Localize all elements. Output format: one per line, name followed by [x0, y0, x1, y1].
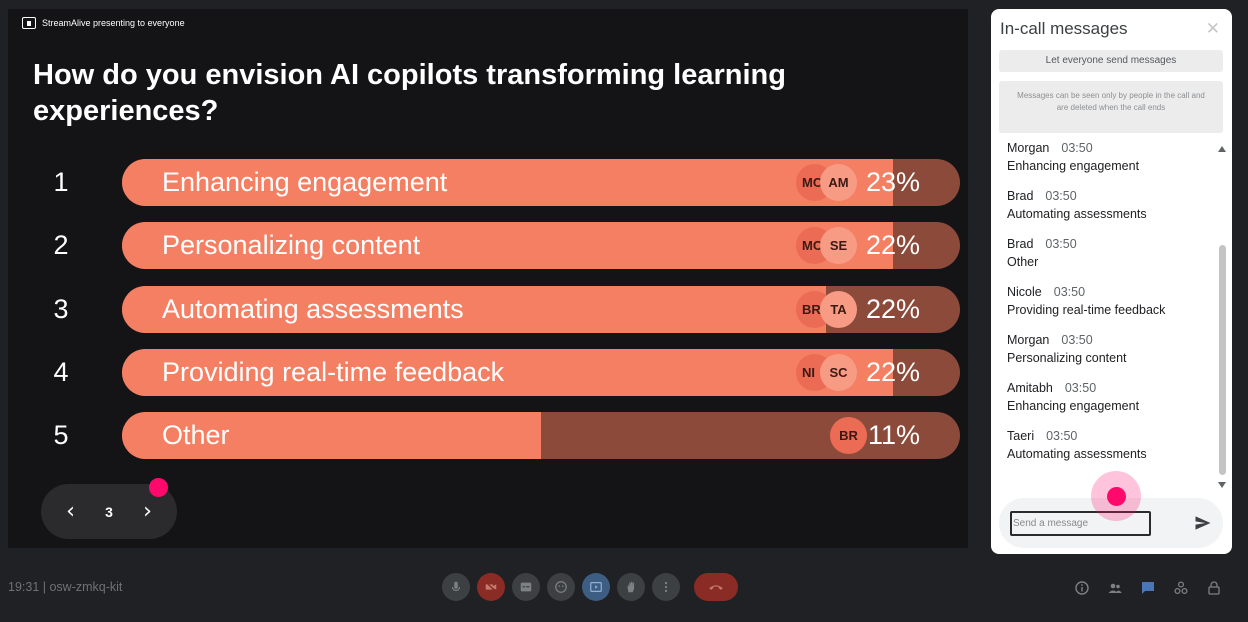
- message-sender: Taeri: [1007, 429, 1035, 443]
- message-time: 03:50: [1061, 333, 1093, 347]
- message-text: Enhancing engagement: [1007, 159, 1140, 173]
- meeting-info: 19:31 | osw-zmkq-kit: [8, 580, 123, 594]
- message-time: 03:50: [1064, 381, 1097, 395]
- message-time: 03:50: [1045, 237, 1077, 251]
- option-number: 2: [53, 230, 69, 260]
- poll-option: 4 Providing real-time feedback NI SC 22%: [8, 349, 968, 396]
- chat-message: Amitabh 03:50 Enhancing engagement: [1007, 378, 1207, 426]
- panel-title: In-call messages: [1000, 19, 1128, 38]
- poll-option: 1 Enhancing engagement MC AM 23%: [8, 159, 968, 206]
- message-sender: Nicole: [1007, 285, 1042, 299]
- chat-message: Brad 03:50 Other: [1007, 234, 1207, 282]
- poll-question: How do you envision AI copilots transfor…: [33, 59, 786, 127]
- message-list: Morgan 03:50 Enhancing engagement Brad 03:50…: [1007, 138, 1207, 474]
- option-percent: 23%: [865, 167, 920, 197]
- people-icon[interactable]: [1105, 578, 1124, 597]
- option-label: Automating assessments: [162, 294, 464, 324]
- option-bar: Enhancing engagement MC AM 23%: [122, 159, 960, 206]
- option-number: 5: [53, 420, 69, 450]
- message-text: Enhancing engagement: [1007, 399, 1140, 413]
- chevron-left-icon[interactable]: ‹: [66, 499, 75, 524]
- message-sender: Brad: [1007, 189, 1034, 203]
- poll-option: 2 Personalizing content MC SE 22%: [8, 222, 968, 269]
- avatar: SE: [820, 227, 857, 264]
- page-number: 3: [105, 503, 113, 520]
- option-bar: Providing real-time feedback NI SC 22%: [122, 349, 960, 396]
- presentation-stage: StreamAlive presenting to everyone How d…: [8, 9, 968, 548]
- message-text: Personalizing content: [1007, 351, 1127, 365]
- message-time: 03:50: [1053, 285, 1086, 299]
- message-sender: Morgan: [1007, 333, 1050, 347]
- message-text: Providing real-time feedback: [1007, 303, 1166, 317]
- mic-icon[interactable]: [442, 573, 470, 601]
- poll-option: 5 Other BR 11%: [8, 412, 968, 459]
- scroll-down-icon[interactable]: [1218, 482, 1226, 488]
- message-text: Other: [1007, 255, 1039, 269]
- captions-icon[interactable]: [512, 573, 540, 601]
- cursor-indicator: [149, 478, 168, 497]
- more-options-icon[interactable]: [652, 573, 680, 601]
- close-icon[interactable]: ✕: [1206, 19, 1220, 39]
- scroll-thumb[interactable]: [1219, 245, 1226, 475]
- chevron-right-icon[interactable]: ›: [143, 499, 152, 524]
- message-sender: Amitabh: [1007, 381, 1053, 395]
- option-bar: Automating assessments BR TA 22%: [122, 286, 960, 333]
- presenting-indicator: StreamAlive presenting to everyone: [22, 16, 185, 30]
- camera-off-icon[interactable]: [477, 573, 505, 601]
- chat-icon[interactable]: [1138, 578, 1157, 597]
- message-text: Automating assessments: [1007, 207, 1147, 221]
- message-sender: Brad: [1007, 237, 1034, 251]
- present-screen-icon: [22, 17, 36, 29]
- option-number: 1: [53, 167, 69, 197]
- option-percent: 22%: [865, 230, 920, 260]
- scroll-up-icon[interactable]: [1218, 146, 1226, 152]
- option-number: 3: [53, 294, 69, 324]
- presenting-text: StreamAlive presenting to everyone: [42, 18, 185, 28]
- message-time: 03:50: [1045, 189, 1077, 203]
- option-bar: Personalizing content MC SE 22%: [122, 222, 960, 269]
- option-percent: 11%: [867, 420, 920, 450]
- message-time: 03:50: [1046, 429, 1078, 443]
- avatar: SC: [820, 354, 857, 391]
- avatar: BR: [830, 417, 867, 454]
- end-call-icon[interactable]: [694, 573, 738, 601]
- info-icon[interactable]: [1072, 578, 1091, 597]
- raise-hand-icon[interactable]: [617, 573, 645, 601]
- in-call-messages-panel: In-call messages ✕ Let everyone send mes…: [991, 9, 1232, 554]
- poll-option: 3 Automating assessments BR TA 22%: [8, 286, 968, 333]
- avatar: TA: [820, 291, 857, 328]
- messages-info-note: Messages can be seen only by people in t…: [999, 81, 1223, 133]
- chat-message: Brad 03:50 Automating assessments: [1007, 186, 1207, 234]
- chat-message: Nicole 03:50 Providing real-time feedback: [1007, 282, 1207, 330]
- chat-message: Morgan 03:50 Personalizing content: [1007, 330, 1207, 378]
- activities-icon[interactable]: [1171, 578, 1190, 597]
- option-bar: Other BR 11%: [122, 412, 960, 459]
- call-controls: [442, 572, 738, 602]
- chat-message: Morgan 03:50 Enhancing engagement: [1007, 138, 1207, 186]
- meeting-toolbar: 19:31 | osw-zmkq-kit: [0, 556, 1248, 622]
- click-indicator: [1107, 487, 1126, 506]
- send-icon[interactable]: [1193, 513, 1213, 533]
- chat-message: Taeri 03:50 Automating assessments: [1007, 426, 1207, 474]
- side-controls: [1072, 578, 1223, 597]
- emoji-icon[interactable]: [547, 573, 575, 601]
- message-scrollbar[interactable]: [1218, 145, 1227, 488]
- option-percent: 22%: [865, 357, 920, 387]
- host-controls-icon[interactable]: [1204, 578, 1223, 597]
- let-everyone-send-toggle[interactable]: Let everyone send messages: [999, 50, 1223, 72]
- option-label: Enhancing engagement: [162, 167, 448, 197]
- option-label: Providing real-time feedback: [162, 357, 505, 387]
- option-label: Other: [162, 420, 230, 450]
- option-label: Personalizing content: [162, 230, 421, 260]
- avatar: AM: [820, 164, 857, 201]
- message-sender: Morgan: [1007, 141, 1050, 155]
- message-time: 03:50: [1061, 141, 1093, 155]
- option-percent: 22%: [865, 294, 920, 324]
- option-number: 4: [53, 357, 69, 387]
- present-icon[interactable]: [582, 573, 610, 601]
- message-text: Automating assessments: [1007, 447, 1147, 461]
